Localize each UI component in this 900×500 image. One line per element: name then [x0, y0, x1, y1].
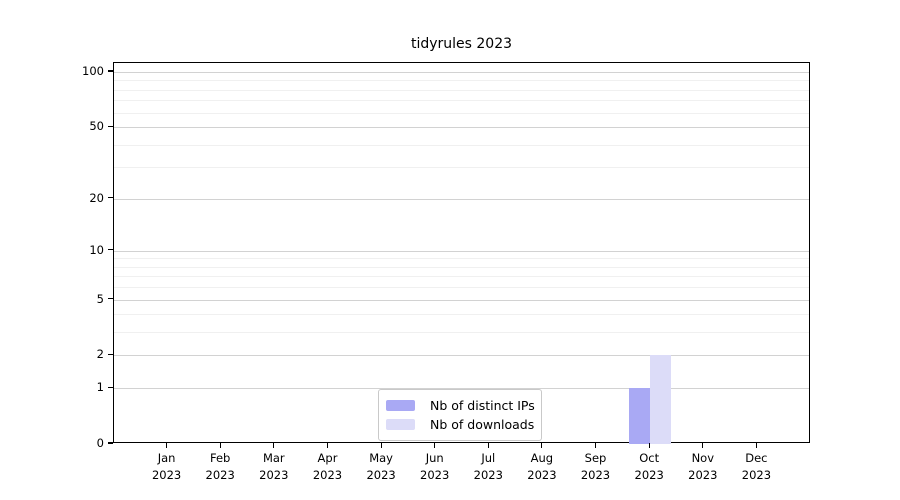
minor-gridline: [114, 112, 809, 114]
y-tick-label: 20: [89, 190, 104, 205]
legend-swatch-distinct-ips: [386, 400, 415, 411]
y-tick-mark: [108, 386, 113, 388]
x-tick-mark: [541, 443, 543, 448]
x-tick-mark: [487, 443, 489, 448]
major-gridline: [114, 299, 809, 301]
y-tick-label: 5: [96, 291, 104, 306]
legend-label-downloads: Nb of downloads: [430, 417, 535, 432]
x-tick-mark: [380, 443, 382, 448]
minor-gridline: [114, 258, 809, 260]
legend-swatch-downloads: [386, 419, 415, 430]
y-tick-mark: [108, 249, 113, 251]
major-gridline: [114, 127, 809, 129]
minor-gridline: [114, 276, 809, 278]
minor-gridline: [114, 314, 809, 316]
y-tick-label: 100: [82, 64, 104, 78]
chart-title: tidyrules 2023: [410, 36, 513, 52]
x-tick-mark: [434, 443, 436, 448]
major-gridline: [114, 250, 809, 252]
x-tick-mark: [755, 443, 757, 448]
minor-gridline: [114, 266, 809, 268]
major-gridline: [114, 355, 809, 357]
x-tick-mark: [326, 443, 329, 448]
legend-row-downloads: Nb of downloads: [386, 415, 535, 434]
y-tick-label: 0: [96, 436, 104, 450]
minor-gridline: [114, 332, 809, 334]
y-tick-mark: [108, 298, 113, 300]
bar-downloads: [650, 355, 672, 444]
y-tick-mark: [108, 442, 113, 444]
x-tick-mark: [166, 443, 168, 448]
x-tick-mark: [648, 443, 650, 448]
y-tick-label: 1: [96, 380, 104, 395]
chart-figure: tidyrules 2023 0 1 2 5 10 20 50 100 Jan 2023 Feb…: [0, 0, 900, 500]
major-gridline: [114, 198, 809, 200]
legend: Nb of distinct IPs Nb of downloads: [378, 389, 542, 441]
x-tick-mark: [594, 443, 597, 448]
y-tick-mark: [108, 125, 113, 127]
minor-gridline: [114, 287, 809, 289]
legend-row-distinct-ips: Nb of distinct IPs: [386, 396, 535, 415]
x-tick-mark: [273, 443, 275, 448]
y-tick-label: 10: [89, 242, 104, 257]
plot-area: [113, 62, 810, 444]
y-tick-mark: [108, 70, 113, 72]
minor-gridline: [114, 89, 809, 91]
minor-gridline: [114, 144, 809, 146]
legend-label-distinct-ips: Nb of distinct IPs: [430, 398, 535, 413]
x-tick-mark: [702, 443, 704, 448]
x-tick-mark: [219, 443, 221, 448]
y-tick-mark: [108, 197, 113, 199]
y-tick-label: 2: [96, 347, 104, 362]
minor-gridline: [114, 100, 809, 102]
major-gridline: [114, 72, 809, 73]
minor-gridline: [114, 167, 809, 169]
bar-distinct-ips: [629, 388, 651, 444]
y-tick-mark: [108, 353, 113, 355]
y-tick-label: 50: [89, 119, 104, 134]
x-tick-label: Dec 2023: [741, 451, 772, 482]
minor-gridline: [114, 80, 809, 82]
